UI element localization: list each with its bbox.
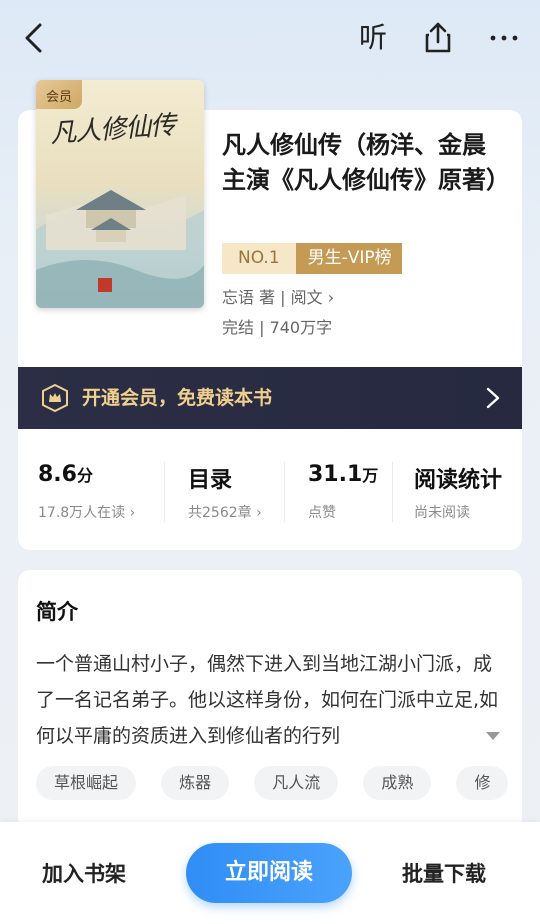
- stats-row: 8.6分 17.8万人在读 › 目录 共2562章 › 31.1万 点赞 阅读统…: [18, 450, 522, 540]
- vip-banner[interactable]: 开通会员，免费读本书: [18, 367, 522, 429]
- status-line: 完结 | 740万字: [222, 318, 333, 337]
- vip-text: 开通会员，免费读本书: [82, 387, 273, 409]
- add-to-shelf-button[interactable]: 加入书架: [42, 858, 126, 888]
- divider: [164, 462, 165, 522]
- reading-stats-label: 阅读统计: [414, 468, 503, 493]
- crown-badge-icon: [40, 383, 70, 413]
- expand-arrow-icon[interactable]: [484, 728, 502, 742]
- rank-name: 男生-VIP榜: [295, 243, 402, 274]
- more-dots-icon[interactable]: [486, 20, 522, 56]
- likes-value: 31.1万: [308, 462, 379, 487]
- chevron-right-icon: [486, 387, 500, 409]
- rank-number: NO.1: [222, 243, 296, 274]
- readers-count: 17.8万人在读 ›: [38, 505, 136, 521]
- stat-reading[interactable]: 阅读统计 尚未阅读: [394, 450, 522, 540]
- likes-label: 点赞: [308, 505, 336, 521]
- book-cover[interactable]: 会员 凡人修仙传: [36, 80, 204, 308]
- book-title: 凡人修仙传（杨洋、金晨主演《凡人修仙传》原著）: [222, 131, 510, 194]
- catalog-label: 目录: [188, 468, 233, 493]
- batch-download-button[interactable]: 批量下载: [402, 858, 486, 888]
- listen-button[interactable]: 听: [356, 20, 390, 56]
- intro-card: 简介 一个普通山村小子，偶然下进入到当地江湖小门派，成了一名记名弟子。他以这样身…: [18, 570, 522, 830]
- tag-item[interactable]: 草根崛起: [36, 766, 137, 800]
- chapter-count: 共2562章 ›: [188, 505, 262, 521]
- rank-badge[interactable]: NO.1 男生-VIP榜: [222, 243, 402, 274]
- tag-item[interactable]: 修: [456, 766, 509, 800]
- bottom-action-bar: 加入书架 立即阅读 批量下载: [0, 822, 540, 924]
- stat-likes[interactable]: 31.1万 点赞: [288, 450, 392, 540]
- tag-item[interactable]: 炼器: [161, 766, 230, 800]
- stat-catalog[interactable]: 目录 共2562章 ›: [168, 450, 284, 540]
- back-arrow-icon[interactable]: [18, 20, 54, 56]
- member-tag: 会员: [36, 80, 83, 109]
- share-icon[interactable]: [420, 20, 456, 56]
- reading-status: 尚未阅读: [414, 505, 470, 521]
- tag-item[interactable]: 凡人流: [254, 766, 339, 800]
- rating-value: 8.6分: [38, 462, 93, 487]
- intro-title: 简介: [36, 600, 78, 624]
- divider: [284, 462, 285, 522]
- top-bar: 听: [0, 0, 540, 80]
- divider: [392, 462, 393, 522]
- tag-list: 草根崛起 炼器 凡人流 成熟 修: [36, 766, 522, 802]
- stat-rating[interactable]: 8.6分 17.8万人在读 ›: [18, 450, 164, 540]
- read-now-button[interactable]: 立即阅读: [186, 843, 352, 903]
- tag-item[interactable]: 成熟: [363, 766, 432, 800]
- author-line[interactable]: 忘语 著 | 阅文 ›: [222, 284, 334, 308]
